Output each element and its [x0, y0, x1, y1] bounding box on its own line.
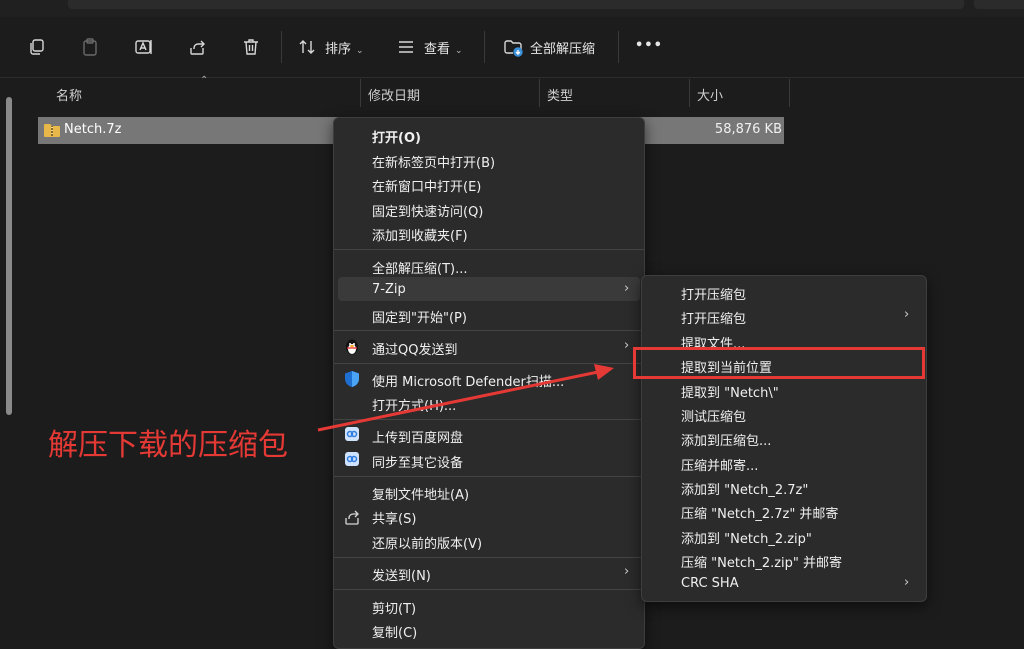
submenu-item-extract-to-folder[interactable]: 提取到 "Netch\" [681, 382, 779, 401]
search-box[interactable] [974, 0, 1024, 9]
chevron-down-icon: ⌄ [356, 46, 364, 56]
menu-separator [334, 419, 644, 420]
paste-icon[interactable] [80, 37, 100, 57]
column-header-size[interactable]: 大小 [697, 85, 723, 104]
toolbar-divider [484, 31, 485, 63]
menu-item-pin-start[interactable]: 固定到"开始"(P) [372, 307, 467, 326]
chevron-right-icon: › [904, 575, 910, 590]
baidu-netdisk-icon [345, 427, 359, 441]
submenu-item-add-7z[interactable]: 添加到 "Netch_2.7z" [681, 479, 808, 498]
7zip-submenu: 打开压缩包 打开压缩包 › 提取文件... 提取到当前位置 提取到 "Netch… [641, 275, 927, 602]
menu-separator [334, 557, 644, 558]
view-button[interactable]: 查看 ⌄ [424, 38, 463, 57]
menu-item-7zip[interactable]: 7-Zip [372, 282, 406, 297]
sort-up-icon: ⌃ [200, 75, 209, 86]
menu-separator [334, 476, 644, 477]
menu-item-upload-baidu[interactable]: 上传到百度网盘 [372, 427, 463, 446]
file-size: 58,876 KB [714, 122, 782, 137]
column-divider[interactable] [689, 79, 690, 107]
chevron-right-icon: › [904, 307, 910, 322]
sort-icon[interactable] [297, 37, 317, 57]
menu-item-send-to[interactable]: 发送到(N) [372, 565, 431, 584]
toolbar-divider [618, 31, 619, 63]
menu-item-open-with[interactable]: 打开方式(H)... [372, 395, 456, 414]
menu-separator [334, 589, 644, 590]
defender-shield-icon [343, 370, 361, 388]
baidu-sync-icon [345, 452, 359, 466]
menu-item-open-new-window[interactable]: 在新窗口中打开(E) [372, 176, 481, 195]
column-header-modified[interactable]: 修改日期 [368, 85, 420, 104]
column-header-name[interactable]: 名称 [56, 85, 82, 104]
menu-item-extract-all[interactable]: 全部解压缩(T)... [372, 258, 467, 277]
command-bar: 排序 ⌄ 查看 ⌄ 全部解压缩 ••• [0, 17, 1024, 78]
menu-item-send-qq[interactable]: 通过QQ发送到 [372, 339, 457, 358]
share-icon[interactable] [187, 37, 207, 57]
extract-all-icon[interactable] [503, 37, 523, 57]
column-divider[interactable] [360, 79, 361, 107]
chevron-right-icon: › [624, 281, 630, 296]
archive-folder-icon [43, 122, 61, 138]
sort-button[interactable]: 排序 ⌄ [325, 38, 364, 57]
file-name[interactable]: Netch.7z [64, 122, 121, 137]
menu-separator [334, 363, 644, 364]
chevron-right-icon: › [624, 564, 630, 579]
menu-item-pin-quick-access[interactable]: 固定到快速访问(Q) [372, 201, 483, 220]
highlight-box [633, 347, 925, 379]
qq-penguin-icon [343, 338, 361, 356]
view-icon[interactable] [396, 37, 416, 57]
submenu-item-test-archive[interactable]: 测试压缩包 [681, 406, 746, 425]
submenu-item-compress-email[interactable]: 压缩并邮寄... [681, 455, 758, 474]
menu-item-open-new-tab[interactable]: 在新标签页中打开(B) [372, 152, 495, 171]
menu-item-cut[interactable]: 剪切(T) [372, 598, 416, 617]
vertical-scrollbar[interactable] [6, 97, 12, 415]
extract-all-button[interactable]: 全部解压缩 [530, 38, 595, 57]
menu-item-defender-scan[interactable]: 使用 Microsoft Defender扫描... [372, 371, 564, 390]
address-bar[interactable] [68, 0, 964, 9]
context-menu: 打开(O) 在新标签页中打开(B) 在新窗口中打开(E) 固定到快速访问(Q) … [333, 117, 645, 649]
chevron-down-icon: ⌄ [455, 46, 463, 56]
copy-icon[interactable] [27, 37, 47, 57]
menu-separator [334, 249, 644, 250]
submenu-item-open-archive-more[interactable]: 打开压缩包 [681, 308, 746, 327]
menu-item-add-favorites[interactable]: 添加到收藏夹(F) [372, 225, 468, 244]
share-icon [343, 508, 361, 526]
menu-separator [334, 330, 644, 331]
column-header-type[interactable]: 类型 [547, 85, 573, 104]
submenu-item-compress-7z-email[interactable]: 压缩 "Netch_2.7z" 并邮寄 [681, 503, 838, 522]
column-divider[interactable] [539, 79, 540, 107]
menu-item-open[interactable]: 打开(O) [372, 127, 421, 146]
submenu-item-open-archive[interactable]: 打开压缩包 [681, 284, 746, 303]
column-divider[interactable] [789, 79, 790, 107]
rename-icon[interactable] [134, 37, 154, 57]
delete-icon[interactable] [241, 37, 261, 57]
menu-item-sync-devices[interactable]: 同步至其它设备 [372, 452, 463, 471]
chevron-right-icon: › [624, 338, 630, 353]
menu-item-copy-path[interactable]: 复制文件地址(A) [372, 484, 469, 503]
toolbar-divider [281, 31, 282, 63]
more-options-button[interactable]: ••• [635, 38, 663, 53]
submenu-item-add-to-archive[interactable]: 添加到压缩包... [681, 430, 771, 449]
submenu-item-compress-zip-email[interactable]: 压缩 "Netch_2.zip" 并邮寄 [681, 552, 842, 571]
annotation-text: 解压下载的压缩包 [48, 428, 288, 463]
submenu-item-add-zip[interactable]: 添加到 "Netch_2.zip" [681, 528, 812, 547]
menu-item-copy[interactable]: 复制(C) [372, 622, 417, 641]
submenu-item-crc-sha[interactable]: CRC SHA [681, 576, 739, 591]
menu-item-restore-versions[interactable]: 还原以前的版本(V) [372, 533, 482, 552]
menu-item-share[interactable]: 共享(S) [372, 508, 416, 527]
